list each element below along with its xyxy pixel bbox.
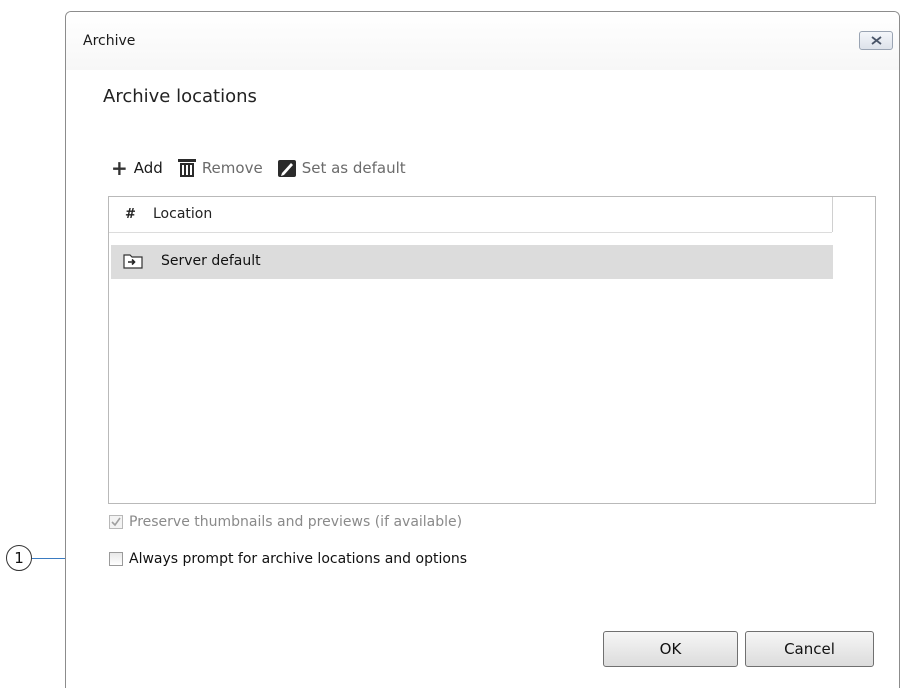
remove-label: Remove bbox=[201, 159, 263, 177]
always-prompt-option: Always prompt for archive locations and … bbox=[109, 551, 467, 567]
set-default-button[interactable]: Set as default bbox=[277, 158, 406, 178]
folder-arrow-icon bbox=[123, 254, 143, 269]
always-prompt-label: Always prompt for archive locations and … bbox=[129, 551, 468, 567]
always-prompt-checkbox[interactable] bbox=[109, 552, 123, 566]
location-toolbar: + Add Remove Set as default bbox=[111, 155, 420, 181]
close-button[interactable] bbox=[859, 31, 893, 50]
title-bar: Archive bbox=[66, 12, 899, 70]
cancel-button[interactable]: Cancel bbox=[745, 631, 874, 667]
add-button[interactable]: + Add bbox=[111, 158, 163, 178]
ok-button[interactable]: OK bbox=[603, 631, 738, 667]
dialog-title: Archive bbox=[83, 33, 136, 49]
location-cell: Server default bbox=[161, 253, 261, 269]
add-label: Add bbox=[133, 159, 163, 177]
column-header-location[interactable]: Location bbox=[153, 206, 212, 222]
checkmark-icon bbox=[111, 517, 121, 527]
page-title: Archive locations bbox=[103, 86, 257, 107]
preserve-thumbnails-label: Preserve thumbnails and previews (if ava… bbox=[129, 514, 463, 530]
preserve-thumbnails-option: Preserve thumbnails and previews (if ava… bbox=[109, 514, 462, 530]
column-divider bbox=[832, 197, 833, 232]
trash-icon bbox=[177, 159, 196, 177]
archive-locations-table: # Location Server default bbox=[108, 196, 876, 504]
preserve-thumbnails-checkbox[interactable] bbox=[109, 515, 123, 529]
screenshot-stage: 1 Archive Archive locations + Add Remove… bbox=[0, 0, 904, 688]
table-row[interactable]: Server default bbox=[111, 245, 833, 279]
table-header: # Location bbox=[109, 197, 833, 233]
archive-dialog: Archive Archive locations + Add Remove S… bbox=[65, 11, 900, 688]
callout-number: 1 bbox=[14, 549, 24, 567]
close-icon bbox=[871, 36, 882, 45]
column-header-number[interactable]: # bbox=[125, 207, 136, 222]
set-default-label: Set as default bbox=[301, 159, 406, 177]
plus-icon: + bbox=[111, 156, 128, 180]
pencil-icon bbox=[277, 160, 296, 177]
callout-marker: 1 bbox=[6, 545, 32, 571]
remove-button[interactable]: Remove bbox=[177, 158, 263, 178]
